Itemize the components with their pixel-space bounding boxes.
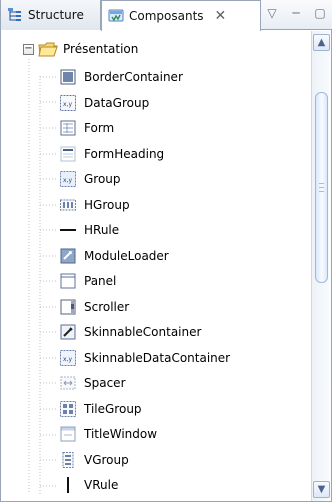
- module-loader-icon: [59, 247, 77, 265]
- svg-text:x,y: x,y: [63, 101, 72, 108]
- tree-item-panel[interactable]: Panel: [1, 269, 313, 295]
- tree-item-label: SkinnableDataContainer: [84, 350, 231, 365]
- collapse-icon[interactable]: −: [23, 44, 34, 55]
- skinnable-container-icon: [59, 323, 77, 341]
- tab-structure-label: Structure: [28, 8, 84, 22]
- tree-item-title-window[interactable]: TitleWindow: [1, 422, 313, 448]
- tree-item-label: Scroller: [84, 299, 130, 314]
- tree-item-border-container[interactable]: BorderContainer: [1, 65, 313, 91]
- tree-item-skinnable-container[interactable]: SkinnableContainer: [1, 320, 313, 346]
- tree-item-data-group[interactable]: x,y DataGroup: [1, 91, 313, 117]
- tree-item-label: ModuleLoader: [84, 248, 169, 263]
- tree-item-hgroup[interactable]: HGroup: [1, 193, 313, 219]
- vertical-scrollbar[interactable]: ▲ ▼: [311, 31, 331, 501]
- view-tab-bar: Structure Composants ✕ ▽ ─ ▢: [1, 0, 332, 31]
- vgroup-icon: [59, 451, 77, 469]
- scrollbar-track[interactable]: [315, 54, 328, 480]
- tab-composants-label: Composants: [129, 9, 204, 23]
- panel-icon: [59, 272, 77, 290]
- scroll-down-icon[interactable]: ▼: [313, 481, 330, 498]
- close-icon[interactable]: ✕: [215, 9, 227, 23]
- tree-item-scroller[interactable]: Scroller: [1, 295, 313, 321]
- scrollbar-grip-icon: [319, 183, 324, 192]
- hrule-icon: [59, 221, 77, 239]
- structure-icon: [7, 7, 23, 23]
- tree-item-label: VGroup: [84, 452, 129, 467]
- tree-item-label: TitleWindow: [84, 427, 158, 441]
- minimize-icon[interactable]: ─: [289, 6, 303, 20]
- components-view: Structure Composants ✕ ▽ ─ ▢ − Présentat…: [0, 0, 332, 502]
- tree-item-label: Spacer: [84, 376, 126, 390]
- tree-item-vgroup[interactable]: VGroup: [1, 448, 313, 474]
- border-container-icon: [59, 68, 77, 86]
- tree-item-label: SkinnableContainer: [84, 325, 202, 339]
- tab-composants[interactable]: Composants ✕: [101, 0, 261, 31]
- scroller-icon: [59, 298, 77, 316]
- components-icon: [108, 8, 124, 24]
- tree-item-label: Group: [84, 172, 121, 186]
- component-tree-panel: − Présentation BorderContainer x,y DataG…: [1, 31, 313, 501]
- folder-icon: [38, 40, 58, 58]
- scrollbar-thumb[interactable]: [315, 92, 328, 283]
- tree-item-form-heading[interactable]: FormHeading: [1, 142, 313, 168]
- title-window-icon: [59, 425, 77, 443]
- scroll-up-icon[interactable]: ▲: [313, 34, 330, 51]
- tree-item-tile-group[interactable]: TileGroup: [1, 397, 313, 423]
- tree-item-hrule[interactable]: HRule: [1, 218, 313, 244]
- data-group-icon: x,y: [59, 94, 77, 112]
- tree-item-spacer[interactable]: Spacer: [1, 371, 313, 397]
- tree-item-skinnable-data-container[interactable]: x,y SkinnableDataContainer: [1, 346, 313, 372]
- tree-root-presentation[interactable]: − Présentation: [1, 37, 313, 65]
- form-heading-icon: [59, 145, 77, 163]
- window-controls: ▽ ─ ▢: [265, 6, 327, 20]
- tree-item-label: DataGroup: [84, 95, 150, 110]
- spacer-icon: [59, 374, 77, 392]
- tree-item-vrule[interactable]: VRule: [1, 473, 313, 499]
- tree-item-label: HGroup: [84, 197, 130, 212]
- tree-root-label: Présentation: [63, 42, 139, 56]
- tree-item-form[interactable]: Form: [1, 116, 313, 142]
- maximize-icon[interactable]: ▢: [313, 6, 327, 20]
- tree-item-label: Panel: [84, 274, 117, 288]
- svg-text:x,y: x,y: [63, 356, 72, 363]
- tile-group-icon: [59, 400, 77, 418]
- tree-item-label: FormHeading: [84, 146, 165, 161]
- tab-structure[interactable]: Structure: [1, 0, 101, 30]
- tree-item-label: TileGroup: [84, 401, 142, 416]
- tree-item-label: HRule: [84, 223, 120, 237]
- tree-item-label: Form: [84, 121, 115, 135]
- tree-item-module-loader[interactable]: ModuleLoader: [1, 244, 313, 270]
- group-icon: x,y: [59, 170, 77, 188]
- component-tree: − Présentation BorderContainer x,y DataG…: [1, 31, 313, 499]
- skinnable-data-container-icon: x,y: [59, 349, 77, 367]
- tree-item-label: BorderContainer: [84, 70, 183, 84]
- tree-item-group[interactable]: x,y Group: [1, 167, 313, 193]
- vrule-icon: [59, 476, 77, 494]
- tree-item-label: VRule: [84, 478, 119, 492]
- form-icon: [59, 119, 77, 137]
- view-menu-icon[interactable]: ▽: [265, 6, 279, 20]
- hgroup-icon: [59, 196, 77, 214]
- svg-text:x,y: x,y: [63, 177, 72, 184]
